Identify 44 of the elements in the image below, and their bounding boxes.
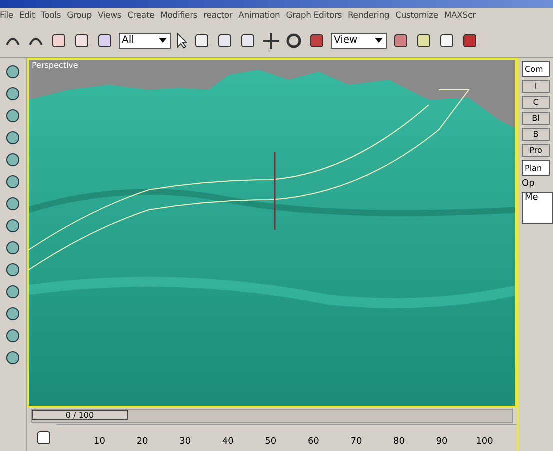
frame-number: 90 <box>436 437 448 447</box>
frame-number: 30 <box>180 437 192 447</box>
menu-item[interactable]: Graph Editors <box>286 11 342 21</box>
frame-number: 60 <box>308 437 320 447</box>
rotate-icon[interactable] <box>285 32 303 50</box>
reference-coordinate-dropdown[interactable]: View <box>331 32 387 48</box>
menu-item[interactable]: Group <box>67 11 92 21</box>
group-title: Op <box>522 179 536 189</box>
time-slider-track[interactable]: 0 / 100 <box>31 409 513 423</box>
move-icon[interactable] <box>262 32 280 50</box>
perspective-viewport[interactable]: Perspective <box>27 58 517 408</box>
caret-icon <box>159 38 167 43</box>
menu-item[interactable]: Modifiers <box>160 11 198 21</box>
list-dropdown[interactable]: Plan <box>522 160 550 176</box>
menu-item[interactable]: Rendering <box>348 11 390 21</box>
menu-item[interactable]: Animation <box>238 11 280 21</box>
panel-button[interactable]: Pro <box>522 144 550 157</box>
menu-item[interactable]: Edit <box>19 11 36 21</box>
frame-number: 10 <box>94 437 106 447</box>
menu-item[interactable]: Customize <box>396 11 438 21</box>
menu-item[interactable]: Tools <box>41 11 62 21</box>
frame-number: 80 <box>394 437 405 447</box>
frame-number: 20 <box>136 437 148 447</box>
frame-number: 100 <box>476 437 494 447</box>
frame-number: 50 <box>265 437 277 447</box>
command-dropdown[interactable]: Com <box>522 61 550 77</box>
list-box[interactable]: Me <box>522 192 553 224</box>
menu-item[interactable]: File <box>0 11 14 21</box>
selection-filter-dropdown[interactable]: All <box>119 32 171 48</box>
panel-button[interactable]: B <box>522 128 550 141</box>
track-bar[interactable]: 10 20 30 40 50 60 70 80 90 100 <box>57 424 517 451</box>
time-slider-thumb[interactable]: 0 / 100 <box>32 410 128 420</box>
panel-button[interactable]: I <box>522 80 550 93</box>
caret-icon <box>375 38 383 43</box>
cursor-icon[interactable] <box>176 32 188 48</box>
viewport-label: Perspective <box>32 61 78 70</box>
menu-item[interactable]: Create <box>128 11 155 21</box>
panel-button[interactable]: Bl <box>522 112 550 125</box>
frame-number: 40 <box>222 437 234 447</box>
panel-button[interactable]: C <box>522 96 550 109</box>
menu-item[interactable]: MAXScr <box>444 11 476 21</box>
menu-item[interactable]: Views <box>98 11 122 21</box>
frame-number: 70 <box>350 437 362 447</box>
menu-item[interactable]: reactor <box>204 11 233 21</box>
